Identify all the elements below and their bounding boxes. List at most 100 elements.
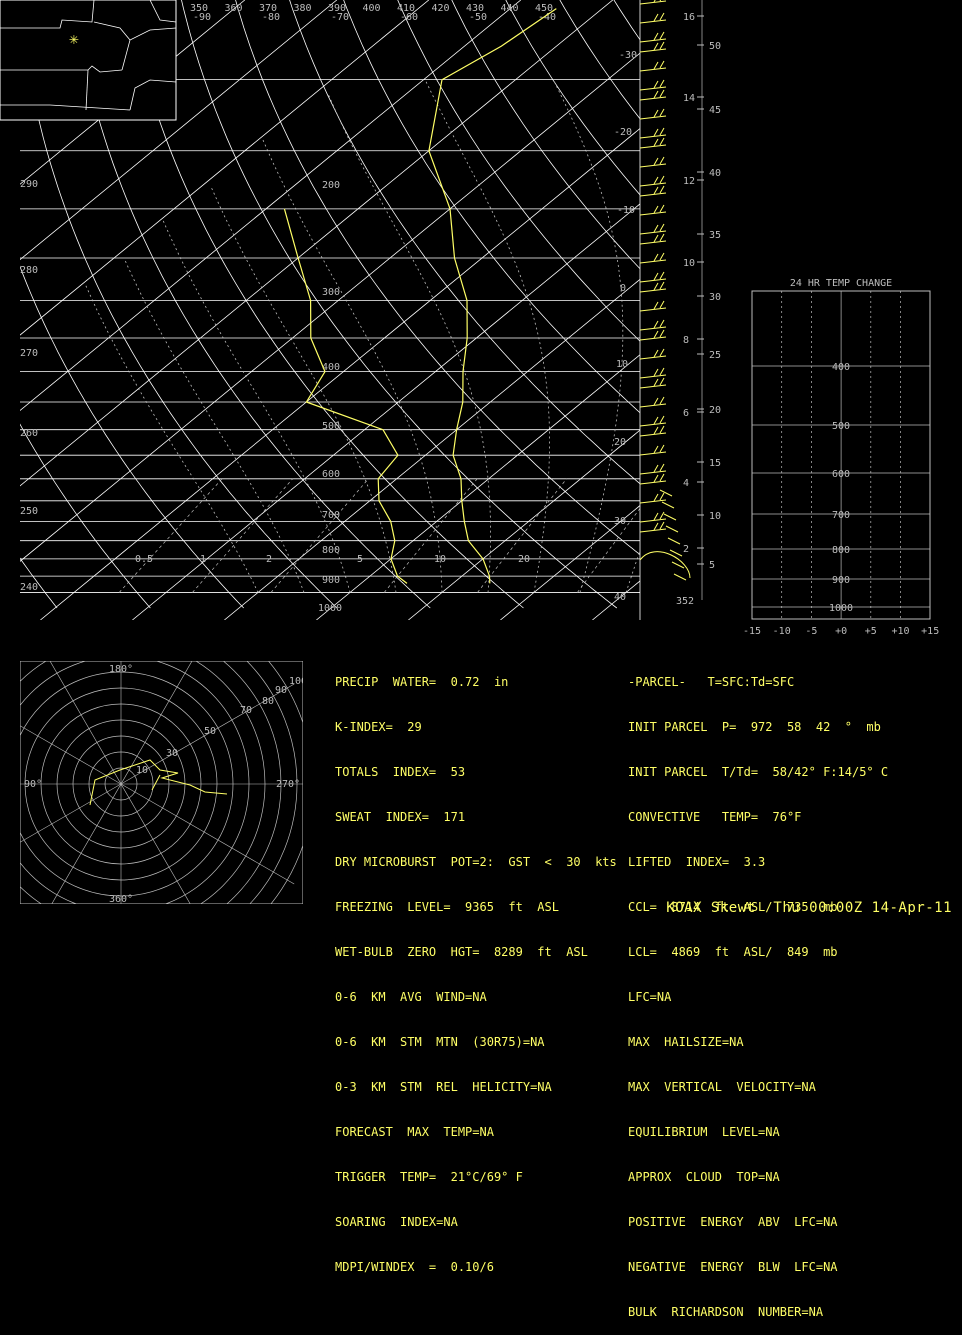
dry-adiabat-320 [279, 0, 803, 608]
theta-left-label-270: 270 [20, 348, 38, 359]
hodograph-ring-label-50: 50 [204, 726, 216, 737]
wind-barb [640, 464, 666, 474]
hodograph-trace [90, 760, 227, 805]
bulk-richardson: BULK RICHARDSON NUMBER=NA [628, 1305, 888, 1320]
wind-barb [640, 42, 666, 52]
lcl: LCL= 4869 ft ASL/ 849 mb [628, 945, 888, 960]
moist-adiabat--5 [124, 258, 304, 593]
storm-motion-arc [640, 552, 690, 578]
wind-barb [640, 253, 666, 263]
isotherm-label-40: 40 [614, 592, 626, 603]
wind-barb [640, 224, 666, 234]
cloud-top: APPROX CLOUD TOP=NA [628, 1170, 888, 1185]
max-vertical-velocity: MAX VERTICAL VELOCITY=NA [628, 1080, 888, 1095]
hodograph: HODOGRAPH SPEED IN m/s 180° 360° 90° 270… [0, 584, 321, 920]
km-label-8: 8 [683, 335, 689, 346]
wind-barb [640, 493, 666, 503]
kft-label-50: 50 [709, 41, 721, 52]
temp-change-panel: 24 HR TEMP CHANGE 4005006007008009001000… [743, 278, 939, 637]
wind-barb [640, 368, 666, 378]
avg-wind: 0-6 KM AVG WIND=NA [335, 990, 617, 1005]
temp-change-title: 24 HR TEMP CHANGE [790, 278, 892, 289]
mixing-ratio-label-0.5: 0.5 [135, 554, 153, 565]
wind-barb [640, 234, 666, 244]
wind-barb [640, 205, 666, 215]
dry-adiabat-380 [594, 0, 962, 608]
theta-top-label-380: 380 [294, 3, 312, 14]
isotherm--10 [224, 0, 962, 620]
dry-adiabat-400 [699, 0, 962, 608]
dry-adiabat-310 [227, 0, 710, 608]
pressure-label-800: 800 [322, 545, 340, 556]
wind-barb [640, 416, 666, 426]
moist-adiabat--10 [85, 284, 258, 592]
helicity: 0-3 KM STM REL HELICITY=NA [335, 1080, 617, 1095]
theta-top-label-440: 440 [501, 3, 519, 14]
dry-microburst: DRY MICROBURST POT=2: GST < 30 kts [335, 855, 617, 870]
hodograph-ring-label-10: 10 [136, 765, 148, 776]
moist-adiabat-10 [262, 138, 442, 593]
temp-top-label--90: -90 [193, 12, 211, 23]
tc-x-label: +10 [891, 626, 909, 637]
pressure-label-300: 300 [322, 287, 340, 298]
positive-energy: POSITIVE ENERGY ABV LFC=NA [628, 1215, 888, 1230]
wind-barb [640, 272, 666, 282]
theta-top-label-360: 360 [225, 3, 243, 14]
km-label-16: 16 [683, 12, 695, 23]
soaring-index: SOARING INDEX=NA [335, 1215, 617, 1230]
station-marker-icon: ✳ [69, 29, 79, 48]
hodograph-ring-label-80: 80 [262, 696, 274, 707]
low-wind-barb [668, 538, 680, 544]
low-wind-barb [660, 490, 672, 496]
mixing-ratio-label-2: 2 [266, 554, 272, 565]
wind-barb [640, 522, 666, 532]
storm-direction-label: 352 [676, 596, 694, 607]
kft-label-45: 45 [709, 105, 721, 116]
low-wind-barb [666, 526, 678, 532]
mixing-ratio-label-10: 10 [434, 554, 446, 565]
kft-label-35: 35 [709, 230, 721, 241]
isotherm-label--10: -10 [617, 205, 635, 216]
dry-adiabat-420 [803, 0, 962, 608]
wind-barb [640, 512, 666, 522]
moist-adiabat-5 [211, 187, 396, 593]
kft-label-10: 10 [709, 511, 721, 522]
hodograph-ring [0, 608, 297, 920]
wind-barb [640, 109, 666, 119]
isotherm-0 [316, 0, 962, 620]
wind-barb [640, 186, 666, 196]
hodograph-ring [0, 592, 313, 920]
wind-barb [640, 157, 666, 167]
lfc: LFC=NA [628, 990, 888, 1005]
wind-barbs [640, 0, 690, 580]
mixing-ratio-20 [577, 479, 662, 593]
indices-left-column: PRECIP WATER= 0.72 in K-INDEX= 29 TOTALS… [335, 645, 617, 1290]
parcel-header: -PARCEL- T=SFC:Td=SFC [628, 675, 888, 690]
k-index: K-INDEX= 29 [335, 720, 617, 735]
mixing-ratio-0.5 [119, 479, 222, 593]
freezing-level: FREEZING LEVEL= 9365 ft ASL [335, 900, 617, 915]
kft-label-15: 15 [709, 458, 721, 469]
km-label-4: 4 [683, 478, 689, 489]
pressure-label-600: 600 [322, 469, 340, 480]
dry-adiabat-350 [436, 0, 962, 608]
theta-top-label-400: 400 [363, 3, 381, 14]
wind-barb [640, 90, 666, 100]
wind-barb [640, 330, 666, 340]
kft-label-25: 25 [709, 350, 721, 361]
convective-temp: CONVECTIVE TEMP= 76°F [628, 810, 888, 825]
tc-x-label: -15 [743, 626, 761, 637]
wind-barb [640, 0, 666, 4]
theta-left-label-240: 240 [20, 582, 38, 593]
wind-barb [640, 32, 666, 42]
tc-x-label: -5 [805, 626, 817, 637]
mixing-ratio-label-20: 20 [518, 554, 530, 565]
wind-barb [640, 397, 666, 407]
dry-adiabat-390 [646, 0, 962, 608]
totals-index: TOTALS INDEX= 53 [335, 765, 617, 780]
kft-label-20: 20 [709, 405, 721, 416]
tc-x-label: -10 [773, 626, 791, 637]
mixing-ratio-label-5: 5 [357, 554, 363, 565]
storm-motion: 0-6 KM STM MTN (30R75)=NA [335, 1035, 617, 1050]
km-label-2: 2 [683, 544, 689, 555]
